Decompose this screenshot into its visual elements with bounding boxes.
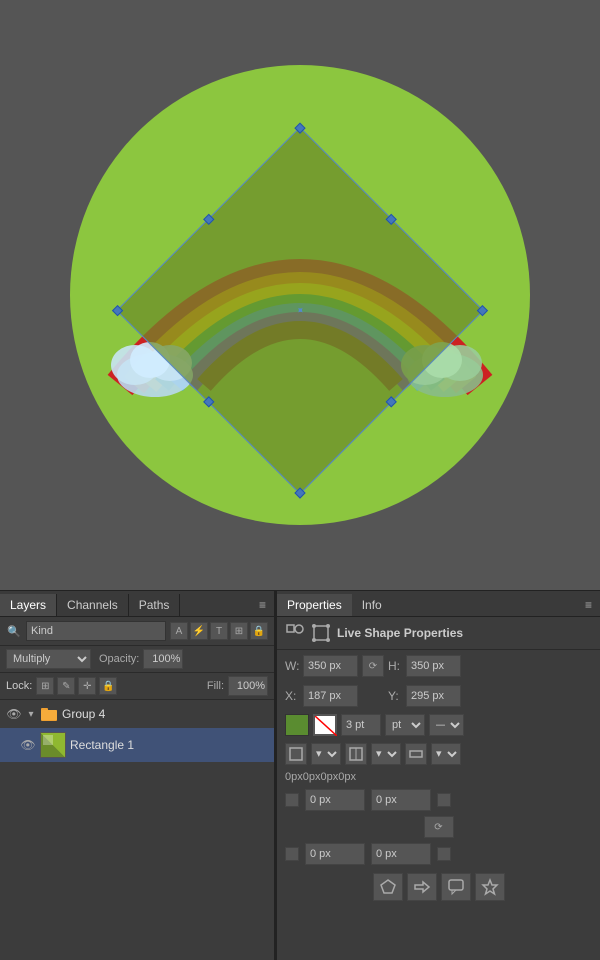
stroke-color-swatch[interactable] [313, 714, 337, 736]
lock-move-icon[interactable]: ✛ [78, 677, 96, 695]
props-xy: X: Y: [277, 682, 600, 710]
radius-bl-checkbox[interactable] [285, 847, 299, 861]
folder-icon [40, 705, 58, 723]
group-visibility-icon[interactable]: 👁 [6, 706, 22, 722]
panels-row: Layers Channels Paths ≡ 🔍 Kind A ⚡ T ⊞ 🔒… [0, 590, 600, 960]
tab-layers[interactable]: Layers [0, 594, 57, 616]
layer-thumbnail [40, 732, 66, 758]
shape-arrow-btn[interactable] [407, 873, 437, 901]
corner-type-select[interactable]: ▾ [311, 743, 341, 765]
radius-br-checkbox[interactable] [437, 847, 451, 861]
stroke-line-select[interactable]: —- - [429, 714, 464, 736]
tab-properties[interactable]: Properties [277, 594, 352, 616]
handle-center: ✦ [294, 305, 305, 316]
y-input[interactable] [406, 685, 461, 707]
layer-visibility-icon[interactable]: 👁 [20, 737, 36, 753]
corner-align-icon[interactable] [345, 743, 367, 765]
radius-br-input[interactable] [371, 843, 431, 865]
filter-icons: A ⚡ T ⊞ 🔒 [170, 622, 268, 640]
live-shape-title: Live Shape Properties [337, 626, 463, 640]
group-expand-icon[interactable]: ▾ [26, 709, 36, 719]
link-radius-icon[interactable]: ⟳ [424, 816, 454, 838]
h-label: H: [388, 659, 402, 673]
tab-channels[interactable]: Channels [57, 594, 129, 616]
search-icon: 🔍 [6, 623, 22, 639]
filter-color-icon[interactable]: 🔒 [250, 622, 268, 640]
tab-paths[interactable]: Paths [129, 594, 181, 616]
search-input[interactable]: Kind [26, 621, 166, 641]
layers-lock-row: Lock: ⊞ ✎ ✛ 🔒 Fill: [0, 673, 274, 700]
layers-tabs: Layers Channels Paths ≡ [0, 591, 274, 617]
shape-type-icon [311, 623, 331, 643]
props-width-height: W: ⟳ H: [277, 650, 600, 682]
x-input[interactable] [303, 685, 358, 707]
props-stroke-row: ptpx —- - [277, 710, 600, 740]
layer-name: Rectangle 1 [70, 738, 268, 752]
layers-search-bar: 🔍 Kind A ⚡ T ⊞ 🔒 [0, 617, 274, 646]
x-label: X: [285, 689, 299, 703]
shape-speech-btn[interactable] [441, 873, 471, 901]
props-corner-row: ▾ ▾ ▾ [277, 740, 600, 768]
live-shape-icon [285, 623, 305, 643]
width-input[interactable] [303, 655, 358, 677]
properties-panel: Properties Info ≡ Live Shape P [275, 590, 600, 960]
opacity-input[interactable] [143, 649, 183, 669]
fill-label: Fill: [207, 680, 224, 692]
filter-attr-icon[interactable]: ⊞ [230, 622, 248, 640]
layers-panel: Layers Channels Paths ≡ 🔍 Kind A ⚡ T ⊞ 🔒… [0, 590, 275, 960]
border-radius-label: 0px0px0px0px [277, 768, 600, 786]
props-shape-buttons [277, 868, 600, 906]
stroke-width-input[interactable] [341, 714, 381, 736]
w-label: W: [285, 659, 299, 673]
lock-pixels-icon[interactable]: ⊞ [36, 677, 54, 695]
shape-pentagon-btn[interactable] [373, 873, 403, 901]
shape-star-btn[interactable] [475, 873, 505, 901]
filter-kind-icon[interactable]: A [170, 622, 188, 640]
props-header: Live Shape Properties [277, 617, 600, 650]
fill-color-swatch[interactable] [285, 714, 309, 736]
radius-bl-input[interactable] [305, 843, 365, 865]
corner-square-icon[interactable] [285, 743, 307, 765]
radius-tr-input[interactable] [371, 789, 431, 811]
props-link-center: ⟳ [277, 814, 600, 840]
fill-input[interactable] [228, 676, 268, 696]
group-name: Group 4 [62, 707, 268, 721]
filter-effect-icon[interactable]: ⚡ [190, 622, 208, 640]
lock-all-icon[interactable]: 🔒 [99, 677, 117, 695]
layers-menu-icon[interactable]: ≡ [251, 594, 274, 616]
tab-info[interactable]: Info [352, 594, 392, 616]
radius-tl-checkbox[interactable] [285, 793, 299, 807]
layers-list: 👁 ▾ Group 4 👁 Rectangle 1 [0, 700, 274, 762]
height-input[interactable] [406, 655, 461, 677]
radius-tl-input[interactable] [305, 789, 365, 811]
lock-paint-icon[interactable]: ✎ [57, 677, 75, 695]
artwork-container: ✦ [20, 15, 580, 575]
align-select[interactable]: ▾ [371, 743, 401, 765]
props-radius-top-row [277, 786, 600, 814]
filter-mode-icon[interactable]: T [210, 622, 228, 640]
layer-rectangle-1[interactable]: 👁 Rectangle 1 [0, 728, 274, 762]
lock-label: Lock: [6, 680, 32, 692]
props-radius-bottom-row [277, 840, 600, 868]
layer-group-4[interactable]: 👁 ▾ Group 4 [0, 700, 274, 728]
y-label: Y: [388, 689, 402, 703]
link-wh-icon[interactable]: ⟳ [362, 655, 384, 677]
blend-mode-select[interactable]: Multiply [6, 649, 91, 669]
corner-join-icon[interactable] [405, 743, 427, 765]
props-menu-icon[interactable]: ≡ [577, 594, 600, 616]
props-tabs: Properties Info ≡ [277, 591, 600, 617]
layers-controls: Multiply Opacity: [0, 646, 274, 673]
canvas-area: ✦ [0, 0, 600, 590]
stroke-unit-select[interactable]: ptpx [385, 714, 425, 736]
radius-tr-checkbox[interactable] [437, 793, 451, 807]
opacity-label: Opacity: [99, 653, 139, 665]
join-select[interactable]: ▾ [431, 743, 461, 765]
lock-icons: ⊞ ✎ ✛ 🔒 [36, 677, 117, 695]
